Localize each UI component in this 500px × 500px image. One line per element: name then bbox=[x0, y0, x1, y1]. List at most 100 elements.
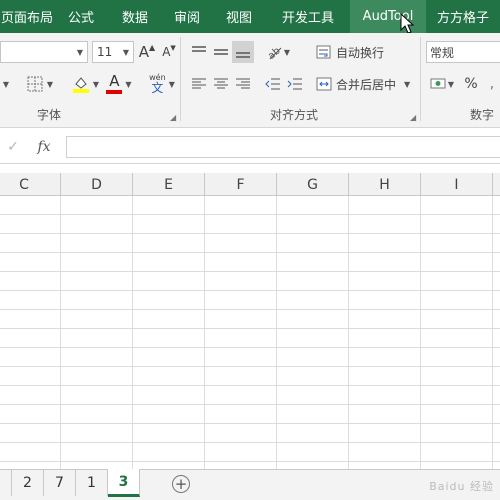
ribbon-tab-bar: 页面布局 公式 数据 审阅 视图 开发工具 AudTool 方方格子 bbox=[0, 0, 500, 33]
mouse-cursor-icon bbox=[400, 13, 414, 34]
grid-line bbox=[0, 214, 500, 215]
grid-line bbox=[276, 196, 277, 469]
borders-button[interactable]: ▼ bbox=[24, 73, 56, 95]
grid-line bbox=[348, 196, 349, 469]
ribbon-body: ▼ 11 ▼ A ▲ A ▼ ▼ ▼ ▼ A ▼ wén 文 ▼ 字体 ◢ ab… bbox=[0, 33, 500, 128]
grid-line bbox=[132, 196, 133, 469]
grid-line bbox=[420, 196, 421, 469]
align-bottom-button[interactable] bbox=[232, 41, 254, 63]
grid-line bbox=[0, 290, 500, 291]
comma-style-button[interactable]: , bbox=[484, 73, 500, 95]
worksheet-grid[interactable] bbox=[0, 196, 500, 469]
tab-view[interactable]: 视图 bbox=[212, 0, 266, 33]
merge-center-button[interactable]: 合并后居中 ▼ bbox=[316, 73, 416, 95]
align-right-button[interactable] bbox=[232, 73, 254, 95]
align-bottom-icon bbox=[236, 52, 250, 58]
sheet-tab-2[interactable]: 2 bbox=[12, 470, 44, 496]
chevron-down-icon: ▼ bbox=[2, 79, 10, 89]
grid-line bbox=[0, 347, 500, 348]
decrease-indent-button[interactable] bbox=[262, 73, 284, 95]
font-color-button[interactable]: A ▼ bbox=[104, 73, 134, 95]
wrap-text-button[interactable]: 自动换行 bbox=[316, 41, 388, 63]
grid-line bbox=[0, 404, 500, 405]
group-separator bbox=[420, 37, 421, 121]
grid-line bbox=[0, 423, 500, 424]
tab-review[interactable]: 审阅 bbox=[162, 0, 212, 33]
enter-check-icon[interactable]: ✓ bbox=[0, 136, 26, 158]
chevron-down-icon: ▼ bbox=[76, 47, 83, 57]
font-size-dropdown[interactable]: 11 ▼ bbox=[92, 41, 134, 63]
formula-input[interactable] bbox=[66, 136, 500, 158]
font-name-dropdown[interactable]: ▼ bbox=[0, 41, 88, 63]
sheet-tab-7[interactable]: 7 bbox=[44, 470, 76, 496]
grid-line bbox=[492, 196, 493, 469]
watermark: Baidu 经验 bbox=[429, 480, 494, 493]
chevron-down-icon: ▼ bbox=[447, 79, 455, 89]
fill-color-icon bbox=[72, 77, 89, 93]
fill-color-button[interactable]: ▼ bbox=[68, 73, 102, 95]
tab-audtool[interactable]: AudTool bbox=[350, 0, 426, 33]
column-header-e[interactable]: E bbox=[133, 173, 205, 196]
chevron-down-icon: ▼ bbox=[404, 79, 411, 89]
phonetic-guide-button[interactable]: wén 文 ▼ bbox=[146, 71, 178, 97]
number-format-value: 常规 bbox=[430, 45, 455, 60]
tab-developer[interactable]: 开发工具 bbox=[266, 0, 350, 33]
tab-data[interactable]: 数据 bbox=[108, 0, 162, 33]
chevron-down-icon: ▼ bbox=[168, 79, 175, 89]
underline-dropdown[interactable]: ▼ bbox=[0, 73, 12, 95]
sheet-tab-scroll[interactable] bbox=[0, 470, 12, 496]
percent-style-button[interactable]: % bbox=[460, 73, 482, 95]
insert-function-button[interactable]: fx bbox=[30, 136, 58, 158]
group-separator bbox=[180, 37, 181, 121]
accounting-format-button[interactable]: ▼ bbox=[428, 73, 456, 95]
sheet-tab-1[interactable]: 1 bbox=[76, 470, 108, 496]
increase-indent-button[interactable] bbox=[284, 73, 306, 95]
grid-line bbox=[0, 461, 500, 462]
column-header-d[interactable]: D bbox=[61, 173, 133, 196]
align-left-icon bbox=[192, 78, 206, 89]
align-center-icon bbox=[214, 78, 228, 89]
grid-line bbox=[0, 366, 500, 367]
currency-icon bbox=[430, 78, 446, 89]
number-format-dropdown[interactable]: 常规 bbox=[426, 41, 500, 63]
font-group-label: 字体 bbox=[37, 108, 62, 122]
align-center-button[interactable] bbox=[210, 73, 232, 95]
grow-font-button[interactable]: A ▲ bbox=[138, 41, 156, 63]
grid-line bbox=[0, 271, 500, 272]
column-header-f[interactable]: F bbox=[205, 173, 277, 196]
column-header-g[interactable]: G bbox=[277, 173, 349, 196]
sheet-tab-3[interactable]: 3 bbox=[108, 469, 140, 497]
column-header-c[interactable]: C bbox=[0, 173, 61, 196]
column-header-h[interactable]: H bbox=[349, 173, 421, 196]
decrease-indent-icon bbox=[265, 78, 280, 90]
chevron-down-icon: ▼ bbox=[283, 47, 291, 57]
tab-page-layout[interactable]: 页面布局 bbox=[0, 0, 54, 33]
chevron-down-icon: ▼ bbox=[122, 47, 129, 57]
tab-ffcell[interactable]: 方方格子 bbox=[426, 0, 500, 33]
svg-text:ab: ab bbox=[266, 45, 282, 60]
column-header-i[interactable]: I bbox=[421, 173, 493, 196]
align-left-button[interactable] bbox=[188, 73, 210, 95]
grow-font-icon: A bbox=[138, 43, 150, 61]
chevron-down-icon: ▼ bbox=[46, 79, 54, 89]
wrap-text-icon bbox=[316, 45, 331, 59]
increase-indent-icon bbox=[287, 78, 302, 90]
grid-line bbox=[0, 309, 500, 310]
align-middle-icon bbox=[214, 49, 228, 55]
merge-center-label: 合并后居中 bbox=[336, 77, 397, 92]
tab-formulas[interactable]: 公式 bbox=[54, 0, 108, 33]
alignment-dialog-launcher-icon[interactable]: ◢ bbox=[410, 113, 416, 122]
chevron-down-icon: ▼ bbox=[125, 79, 132, 89]
align-middle-button[interactable] bbox=[210, 41, 232, 63]
font-size-value: 11 bbox=[97, 45, 113, 59]
shrink-font-button[interactable]: A ▼ bbox=[160, 41, 178, 63]
chevron-down-icon: ▼ bbox=[92, 79, 100, 89]
align-right-icon bbox=[236, 78, 250, 89]
align-top-button[interactable] bbox=[188, 41, 210, 63]
add-sheet-button[interactable]: + bbox=[172, 475, 190, 493]
number-group-label: 数字 bbox=[470, 108, 495, 122]
grid-line bbox=[0, 385, 500, 386]
align-top-icon bbox=[192, 46, 206, 52]
orientation-button[interactable]: ab ▼ bbox=[262, 41, 294, 63]
font-dialog-launcher-icon[interactable]: ◢ bbox=[170, 113, 176, 122]
